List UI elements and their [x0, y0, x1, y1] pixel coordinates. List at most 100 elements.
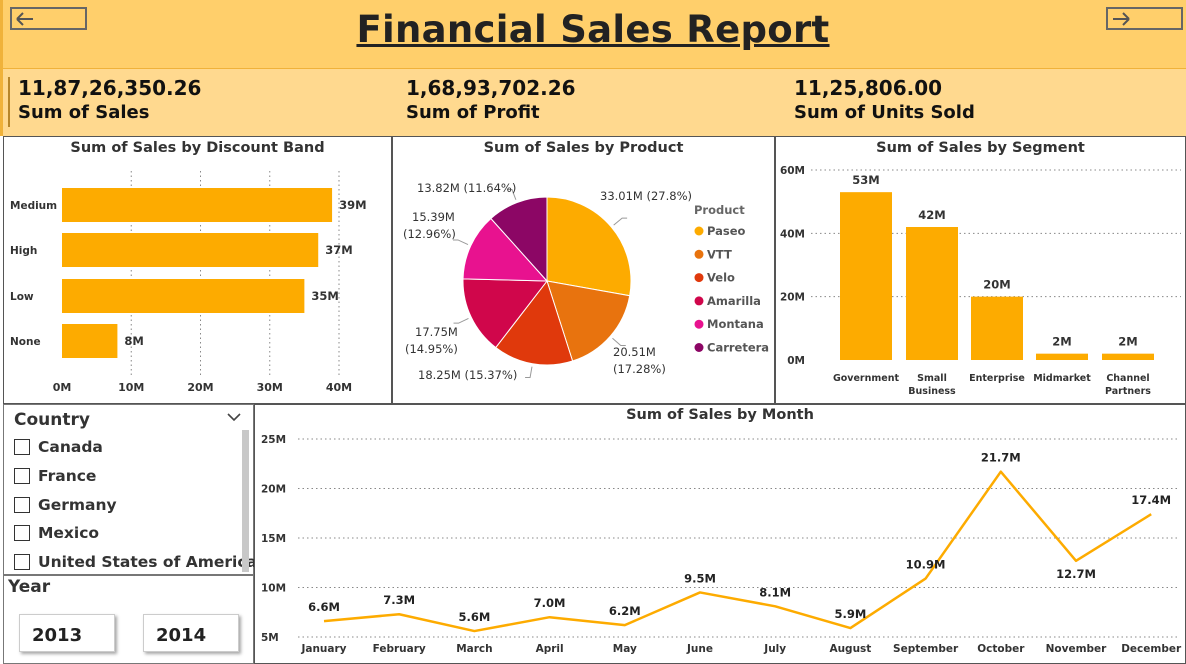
- country-option-label: Mexico: [38, 524, 100, 542]
- year-slicer-title: Year: [8, 577, 51, 597]
- y-tick-label: 40M: [780, 228, 805, 240]
- y-tick-label: High: [10, 245, 37, 257]
- series-line: [323, 470, 1152, 633]
- country-option-germany[interactable]: Germany: [14, 495, 117, 515]
- country-option-usa[interactable]: United States of America: [14, 552, 257, 572]
- year-button-2013[interactable]: 2013: [19, 614, 115, 652]
- legend-label: Velo: [707, 271, 735, 285]
- x-tick-label: 20M: [187, 381, 213, 394]
- data-label: 53M: [852, 173, 879, 187]
- bar: [1102, 353, 1154, 360]
- x-tick-label: Small: [917, 373, 947, 384]
- checkbox[interactable]: [14, 554, 30, 570]
- kpi-divider: [8, 77, 10, 127]
- kpi-card-profit: 1,68,93,702.26 Sum of Profit: [406, 76, 576, 126]
- data-label: 20.51M: [613, 345, 656, 359]
- y-tick-label: None: [10, 336, 41, 348]
- segment-chart-panel: Sum of Sales by Segment 0M 20M 40M 60M 53M Go…: [775, 136, 1186, 404]
- bar: [62, 324, 118, 358]
- legend-title: Product: [694, 203, 745, 217]
- legend-label: Amarilla: [707, 294, 761, 308]
- kpi-label: Sum of Profit: [406, 102, 540, 123]
- year-button-2014[interactable]: 2014: [143, 614, 239, 652]
- kpi-label: Sum of Sales: [18, 102, 150, 123]
- data-label: 2M: [1052, 335, 1071, 349]
- product-pie-chart: 33.01M (27.8%) 20.51M (17.28%) 18.25M (15.3…: [403, 181, 769, 382]
- bar: [840, 192, 892, 360]
- data-label: 6.6M: [308, 600, 340, 614]
- month-line-chart: 5M 10M 15M 20M 25M January 6.6M February 7.3M Mar…: [261, 434, 1182, 655]
- bar: [62, 279, 305, 313]
- bar: [62, 233, 319, 267]
- legend-marker: [694, 343, 704, 352]
- product-chart-panel: Sum of Sales by Product 33.01M (27.8%) 20…: [392, 136, 775, 404]
- bar: [62, 188, 333, 222]
- discount-band-chart-panel: Sum of Sales by Discount Band 0M 10M 20M 30…: [3, 136, 392, 404]
- y-tick-label: 20M: [780, 292, 805, 304]
- country-option-france[interactable]: France: [14, 466, 96, 486]
- kpi-value: 11,87,26,350.26: [18, 76, 202, 100]
- data-label: (14.95%): [405, 342, 458, 356]
- checkbox[interactable]: [14, 497, 30, 513]
- pie-slice: [546, 196, 632, 297]
- x-tick-label: Midmarket: [1033, 373, 1091, 384]
- x-tick-label: January: [300, 643, 346, 655]
- x-tick-label: June: [686, 643, 713, 655]
- legend-marker: [694, 273, 704, 283]
- slicer-scrollbar[interactable]: [242, 430, 249, 572]
- legend-marker: [694, 249, 704, 259]
- chevron-down-icon[interactable]: [226, 410, 242, 424]
- data-label: 15.39M: [412, 210, 455, 224]
- data-label: 5.9M: [834, 607, 866, 621]
- country-option-canada[interactable]: Canada: [14, 437, 103, 457]
- page-title: Financial Sales Report: [356, 8, 830, 51]
- checkbox[interactable]: [14, 439, 30, 455]
- x-tick-label: October: [977, 643, 1025, 655]
- back-button[interactable]: [10, 7, 87, 30]
- data-label: 21.7M: [981, 451, 1021, 465]
- checkbox[interactable]: [14, 468, 30, 484]
- forward-button[interactable]: [1106, 7, 1183, 30]
- data-label: 9.5M: [684, 571, 716, 585]
- arrow-right-icon: [1113, 11, 1130, 26]
- data-label: (17.28%): [613, 362, 666, 376]
- data-label: 2M: [1118, 335, 1137, 349]
- x-tick-label: Business: [908, 386, 956, 397]
- country-option-label: France: [38, 467, 97, 485]
- x-tick-label: Government: [833, 373, 900, 384]
- checkbox[interactable]: [14, 525, 30, 541]
- country-option-label: Canada: [38, 438, 103, 456]
- x-tick-label: Enterprise: [969, 373, 1025, 384]
- x-tick-label: March: [456, 643, 492, 655]
- country-option-mexico[interactable]: Mexico: [14, 523, 99, 543]
- kpi-value: 11,25,806.00: [794, 76, 943, 100]
- month-chart-panel: Sum of Sales by Month 5M 10M 15M 20M 25M Janu…: [254, 404, 1186, 664]
- data-label: 37M: [325, 243, 352, 257]
- leader-line: [525, 366, 533, 379]
- data-label: 10.9M: [906, 558, 946, 572]
- kpi-card-sales: 11,87,26,350.26 Sum of Sales: [18, 76, 201, 126]
- y-tick-label: 15M: [261, 533, 286, 545]
- legend-label: Carretera: [707, 341, 769, 355]
- data-label: 8.1M: [759, 585, 791, 599]
- kpi-card-units: 11,25,806.00 Sum of Units Sold: [794, 76, 975, 126]
- y-tick-label: 5M: [261, 632, 279, 644]
- x-tick-label: April: [536, 643, 564, 655]
- legend-marker: [694, 296, 704, 306]
- data-label: 13.82M (11.64%): [417, 181, 516, 195]
- x-tick-label: 30M: [257, 381, 283, 394]
- x-tick-label: 40M: [326, 381, 352, 394]
- country-slicer-title: Country: [14, 410, 90, 430]
- country-option-label: Germany: [38, 496, 117, 514]
- y-tick-label: 0M: [787, 355, 805, 367]
- segment-bar-chart: 0M 20M 40M 60M 53M Government 42M Small Business…: [780, 165, 1181, 397]
- x-tick-label: May: [613, 643, 637, 655]
- x-tick-label: December: [1121, 643, 1182, 655]
- legend-marker: [694, 226, 704, 236]
- x-tick-label: February: [373, 643, 426, 655]
- y-tick-label: 10M: [261, 583, 286, 595]
- legend-label: Paseo: [707, 224, 746, 238]
- data-label: 6.2M: [609, 604, 641, 618]
- discount-band-chart: 0M 10M 20M 30M 40M Medium 39M High 37M Low 35M None…: [10, 171, 367, 394]
- x-tick-label: July: [763, 643, 786, 655]
